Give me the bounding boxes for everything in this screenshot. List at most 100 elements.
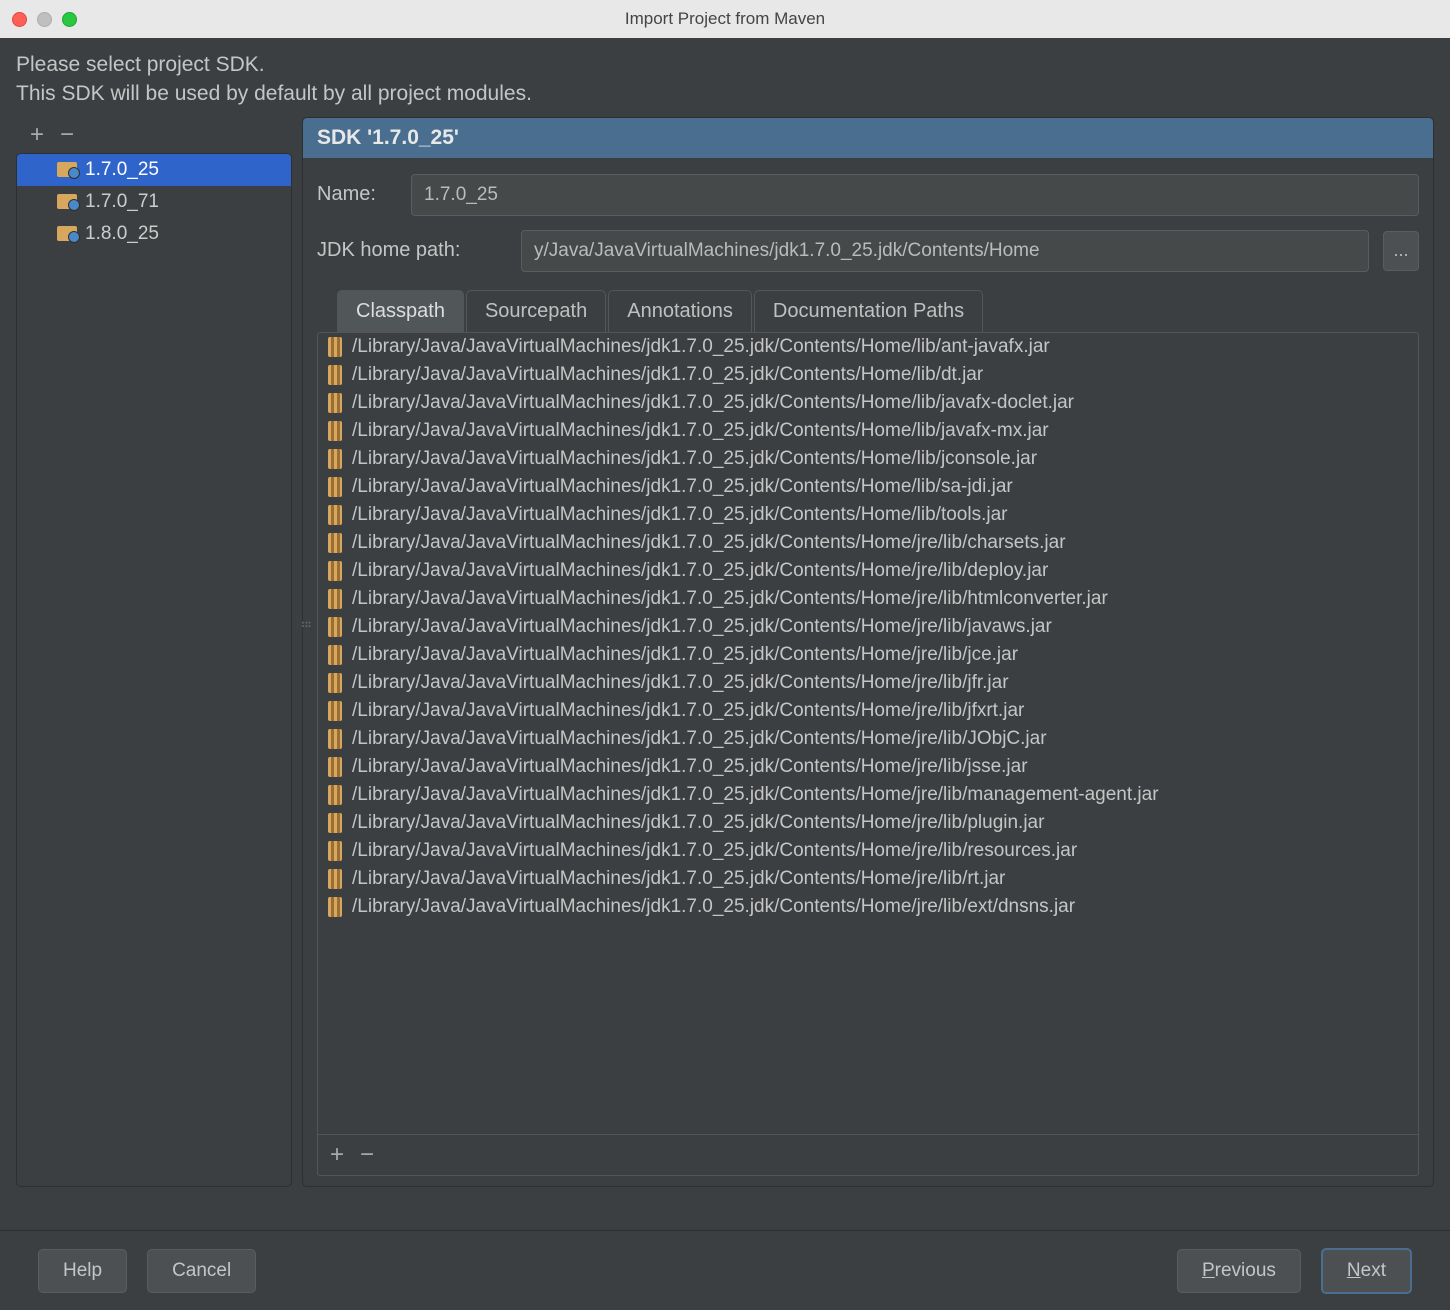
classpath-path: /Library/Java/JavaVirtualMachines/jdk1.7… [352, 616, 1052, 638]
classpath-path: /Library/Java/JavaVirtualMachines/jdk1.7… [352, 392, 1074, 414]
classpath-path: /Library/Java/JavaVirtualMachines/jdk1.7… [352, 700, 1024, 722]
sdk-item[interactable]: 1.8.0_25 [17, 218, 291, 250]
jar-icon [328, 757, 342, 777]
home-path-label: JDK home path: [317, 239, 507, 262]
classpath-row[interactable]: /Library/Java/JavaVirtualMachines/jdk1.7… [318, 417, 1418, 445]
classpath-path: /Library/Java/JavaVirtualMachines/jdk1.7… [352, 784, 1159, 806]
jar-icon [328, 505, 342, 525]
name-label: Name: [317, 183, 397, 206]
sdk-item-label: 1.7.0_25 [85, 159, 159, 181]
classpath-path: /Library/Java/JavaVirtualMachines/jdk1.7… [352, 868, 1005, 890]
classpath-row[interactable]: /Library/Java/JavaVirtualMachines/jdk1.7… [318, 725, 1418, 753]
classpath-path: /Library/Java/JavaVirtualMachines/jdk1.7… [352, 560, 1048, 582]
footer: Help Cancel Previous Next [0, 1230, 1450, 1310]
jar-icon [328, 813, 342, 833]
jar-icon [328, 897, 342, 917]
jar-icon [328, 393, 342, 413]
classpath-path: /Library/Java/JavaVirtualMachines/jdk1.7… [352, 588, 1108, 610]
classpath-path: /Library/Java/JavaVirtualMachines/jdk1.7… [352, 504, 1007, 526]
classpath-row[interactable]: /Library/Java/JavaVirtualMachines/jdk1.7… [318, 529, 1418, 557]
jar-icon [328, 421, 342, 441]
sdk-item[interactable]: 1.7.0_25 [17, 154, 291, 186]
jar-icon [328, 869, 342, 889]
jar-icon [328, 337, 342, 357]
classpath-path: /Library/Java/JavaVirtualMachines/jdk1.7… [352, 728, 1047, 750]
jar-icon [328, 729, 342, 749]
detail-title: SDK '1.7.0_25' [302, 117, 1434, 158]
sdk-item[interactable]: 1.7.0_71 [17, 186, 291, 218]
classpath-row[interactable]: /Library/Java/JavaVirtualMachines/jdk1.7… [318, 361, 1418, 389]
jar-icon [328, 785, 342, 805]
titlebar: Import Project from Maven [0, 0, 1450, 38]
classpath-row[interactable]: /Library/Java/JavaVirtualMachines/jdk1.7… [318, 389, 1418, 417]
jar-icon [328, 589, 342, 609]
classpath-list[interactable]: /Library/Java/JavaVirtualMachines/jdk1.7… [318, 333, 1418, 1134]
sdk-folder-icon [57, 194, 77, 209]
previous-button[interactable]: Previous [1177, 1249, 1301, 1293]
classpath-row[interactable]: /Library/Java/JavaVirtualMachines/jdk1.7… [318, 809, 1418, 837]
classpath-row[interactable]: /Library/Java/JavaVirtualMachines/jdk1.7… [318, 865, 1418, 893]
classpath-row[interactable]: /Library/Java/JavaVirtualMachines/jdk1.7… [318, 473, 1418, 501]
classpath-row[interactable]: /Library/Java/JavaVirtualMachines/jdk1.7… [318, 585, 1418, 613]
classpath-path: /Library/Java/JavaVirtualMachines/jdk1.7… [352, 420, 1049, 442]
classpath-path: /Library/Java/JavaVirtualMachines/jdk1.7… [352, 812, 1044, 834]
splitter-grip-icon[interactable]: ⠿ [298, 620, 312, 629]
classpath-path: /Library/Java/JavaVirtualMachines/jdk1.7… [352, 896, 1075, 918]
sdk-toolbar: + − [16, 117, 292, 153]
jar-icon [328, 449, 342, 469]
sdk-folder-icon [57, 162, 77, 177]
classpath-toolbar: + − [318, 1134, 1418, 1175]
detail-tabs: ClasspathSourcepathAnnotationsDocumentat… [337, 290, 1419, 332]
classpath-path: /Library/Java/JavaVirtualMachines/jdk1.7… [352, 476, 1013, 498]
classpath-row[interactable]: /Library/Java/JavaVirtualMachines/jdk1.7… [318, 669, 1418, 697]
browse-button[interactable]: ... [1383, 231, 1419, 271]
classpath-row[interactable]: /Library/Java/JavaVirtualMachines/jdk1.7… [318, 557, 1418, 585]
classpath-row[interactable]: /Library/Java/JavaVirtualMachines/jdk1.7… [318, 613, 1418, 641]
add-sdk-button[interactable]: + [30, 123, 44, 147]
classpath-path: /Library/Java/JavaVirtualMachines/jdk1.7… [352, 840, 1077, 862]
classpath-row[interactable]: /Library/Java/JavaVirtualMachines/jdk1.7… [318, 445, 1418, 473]
classpath-row[interactable]: /Library/Java/JavaVirtualMachines/jdk1.7… [318, 333, 1418, 361]
jar-icon [328, 561, 342, 581]
sdk-folder-icon [57, 226, 77, 241]
tab-documentation-paths[interactable]: Documentation Paths [754, 290, 983, 332]
cancel-button[interactable]: Cancel [147, 1249, 256, 1293]
add-classpath-button[interactable]: + [330, 1143, 344, 1167]
sdk-item-label: 1.7.0_71 [85, 191, 159, 213]
tab-annotations[interactable]: Annotations [608, 290, 752, 332]
classpath-row[interactable]: /Library/Java/JavaVirtualMachines/jdk1.7… [318, 501, 1418, 529]
header-line-2: This SDK will be used by default by all … [16, 79, 1434, 108]
classpath-path: /Library/Java/JavaVirtualMachines/jdk1.7… [352, 336, 1050, 358]
classpath-path: /Library/Java/JavaVirtualMachines/jdk1.7… [352, 756, 1028, 778]
jar-icon [328, 477, 342, 497]
sdk-list[interactable]: 1.7.0_25 1.7.0_71 1.8.0_25 [16, 153, 292, 1187]
window-title: Import Project from Maven [0, 9, 1450, 29]
next-button[interactable]: Next [1321, 1248, 1412, 1294]
jar-icon [328, 673, 342, 693]
jar-icon [328, 365, 342, 385]
remove-classpath-button[interactable]: − [360, 1143, 374, 1167]
tab-sourcepath[interactable]: Sourcepath [466, 290, 606, 332]
jar-icon [328, 645, 342, 665]
tab-classpath[interactable]: Classpath [337, 290, 464, 332]
classpath-path: /Library/Java/JavaVirtualMachines/jdk1.7… [352, 364, 983, 386]
jar-icon [328, 533, 342, 553]
classpath-row[interactable]: /Library/Java/JavaVirtualMachines/jdk1.7… [318, 837, 1418, 865]
sdk-name-input[interactable] [411, 174, 1419, 216]
classpath-path: /Library/Java/JavaVirtualMachines/jdk1.7… [352, 532, 1066, 554]
classpath-row[interactable]: /Library/Java/JavaVirtualMachines/jdk1.7… [318, 781, 1418, 809]
classpath-row[interactable]: /Library/Java/JavaVirtualMachines/jdk1.7… [318, 753, 1418, 781]
jar-icon [328, 841, 342, 861]
classpath-path: /Library/Java/JavaVirtualMachines/jdk1.7… [352, 644, 1018, 666]
remove-sdk-button[interactable]: − [60, 123, 74, 147]
classpath-row[interactable]: /Library/Java/JavaVirtualMachines/jdk1.7… [318, 641, 1418, 669]
header-line-1: Please select project SDK. [16, 50, 1434, 79]
classpath-path: /Library/Java/JavaVirtualMachines/jdk1.7… [352, 448, 1037, 470]
classpath-row[interactable]: /Library/Java/JavaVirtualMachines/jdk1.7… [318, 893, 1418, 921]
sdk-item-label: 1.8.0_25 [85, 223, 159, 245]
jdk-home-path-input[interactable] [521, 230, 1369, 272]
classpath-row[interactable]: /Library/Java/JavaVirtualMachines/jdk1.7… [318, 697, 1418, 725]
classpath-path: /Library/Java/JavaVirtualMachines/jdk1.7… [352, 672, 1009, 694]
jar-icon [328, 701, 342, 721]
help-button[interactable]: Help [38, 1249, 127, 1293]
